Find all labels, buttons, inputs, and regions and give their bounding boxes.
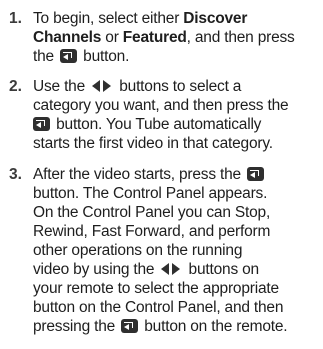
- instructions-document: 1. To begin, select either Discover Chan…: [0, 0, 323, 349]
- text-line: your remote to select the appropriate: [33, 280, 279, 297]
- text-segment: Use the: [33, 78, 90, 95]
- step-text: To begin, select either Discover Channel…: [33, 9, 321, 66]
- step-number: 3.: [9, 166, 22, 183]
- enter-button-icon: [121, 319, 139, 333]
- text-line: Use the buttons to select a: [33, 77, 321, 96]
- enter-button-icon: [247, 167, 265, 181]
- text-segment: the: [33, 48, 59, 65]
- text-line: On the Control Panel you can Stop,: [33, 204, 271, 221]
- enter-button-icon: [33, 117, 50, 131]
- left-right-arrow-icon: [159, 263, 183, 275]
- text-line: starts the first video in that category.: [33, 135, 273, 152]
- text-segment: or: [101, 29, 123, 46]
- text-segment: pressing the: [33, 318, 120, 335]
- text-segment: To begin, select either: [33, 10, 184, 27]
- text-line: button. The Control Panel appears.: [33, 185, 268, 202]
- text-segment: buttons to select a: [115, 78, 242, 95]
- step-text: After the video starts, press the button…: [33, 165, 321, 336]
- step-text: Use the buttons to select a category you…: [33, 77, 321, 153]
- step-number: 1.: [9, 10, 22, 27]
- text-line: To begin, select either Discover: [33, 9, 321, 28]
- text-line: pressing the button on the remote.: [33, 317, 321, 336]
- text-segment: After the video starts, press the: [33, 166, 246, 183]
- step-number: 2.: [9, 78, 22, 95]
- text-line: the button.: [33, 47, 321, 66]
- text-line: other operations on the running: [33, 242, 243, 259]
- text-segment: button. You Tube automatically: [52, 116, 262, 133]
- text-line: video by using the buttons on: [33, 260, 321, 279]
- text-line: category you want, and then press the: [33, 97, 289, 114]
- text-line: Rewind, Fast Forward, and perform: [33, 223, 271, 240]
- text-segment: button.: [79, 48, 130, 65]
- text-line: button on the Control Panel, and then: [33, 299, 284, 316]
- bold-term-discover-channels: Discover: [183, 10, 248, 27]
- text-line: button. You Tube automatically: [33, 115, 321, 134]
- bold-term-channels: Channels: [33, 29, 102, 46]
- text-line: After the video starts, press the: [33, 165, 321, 184]
- text-segment: , and then press: [186, 29, 295, 46]
- text-segment: buttons on: [184, 261, 260, 278]
- text-line: Channels or Featured, and then press: [33, 28, 321, 47]
- text-segment: button on the remote.: [140, 318, 288, 335]
- left-right-arrow-icon: [90, 80, 114, 92]
- text-segment: video by using the: [33, 261, 159, 278]
- bold-term-featured: Featured: [122, 29, 187, 46]
- enter-button-icon: [60, 49, 78, 63]
